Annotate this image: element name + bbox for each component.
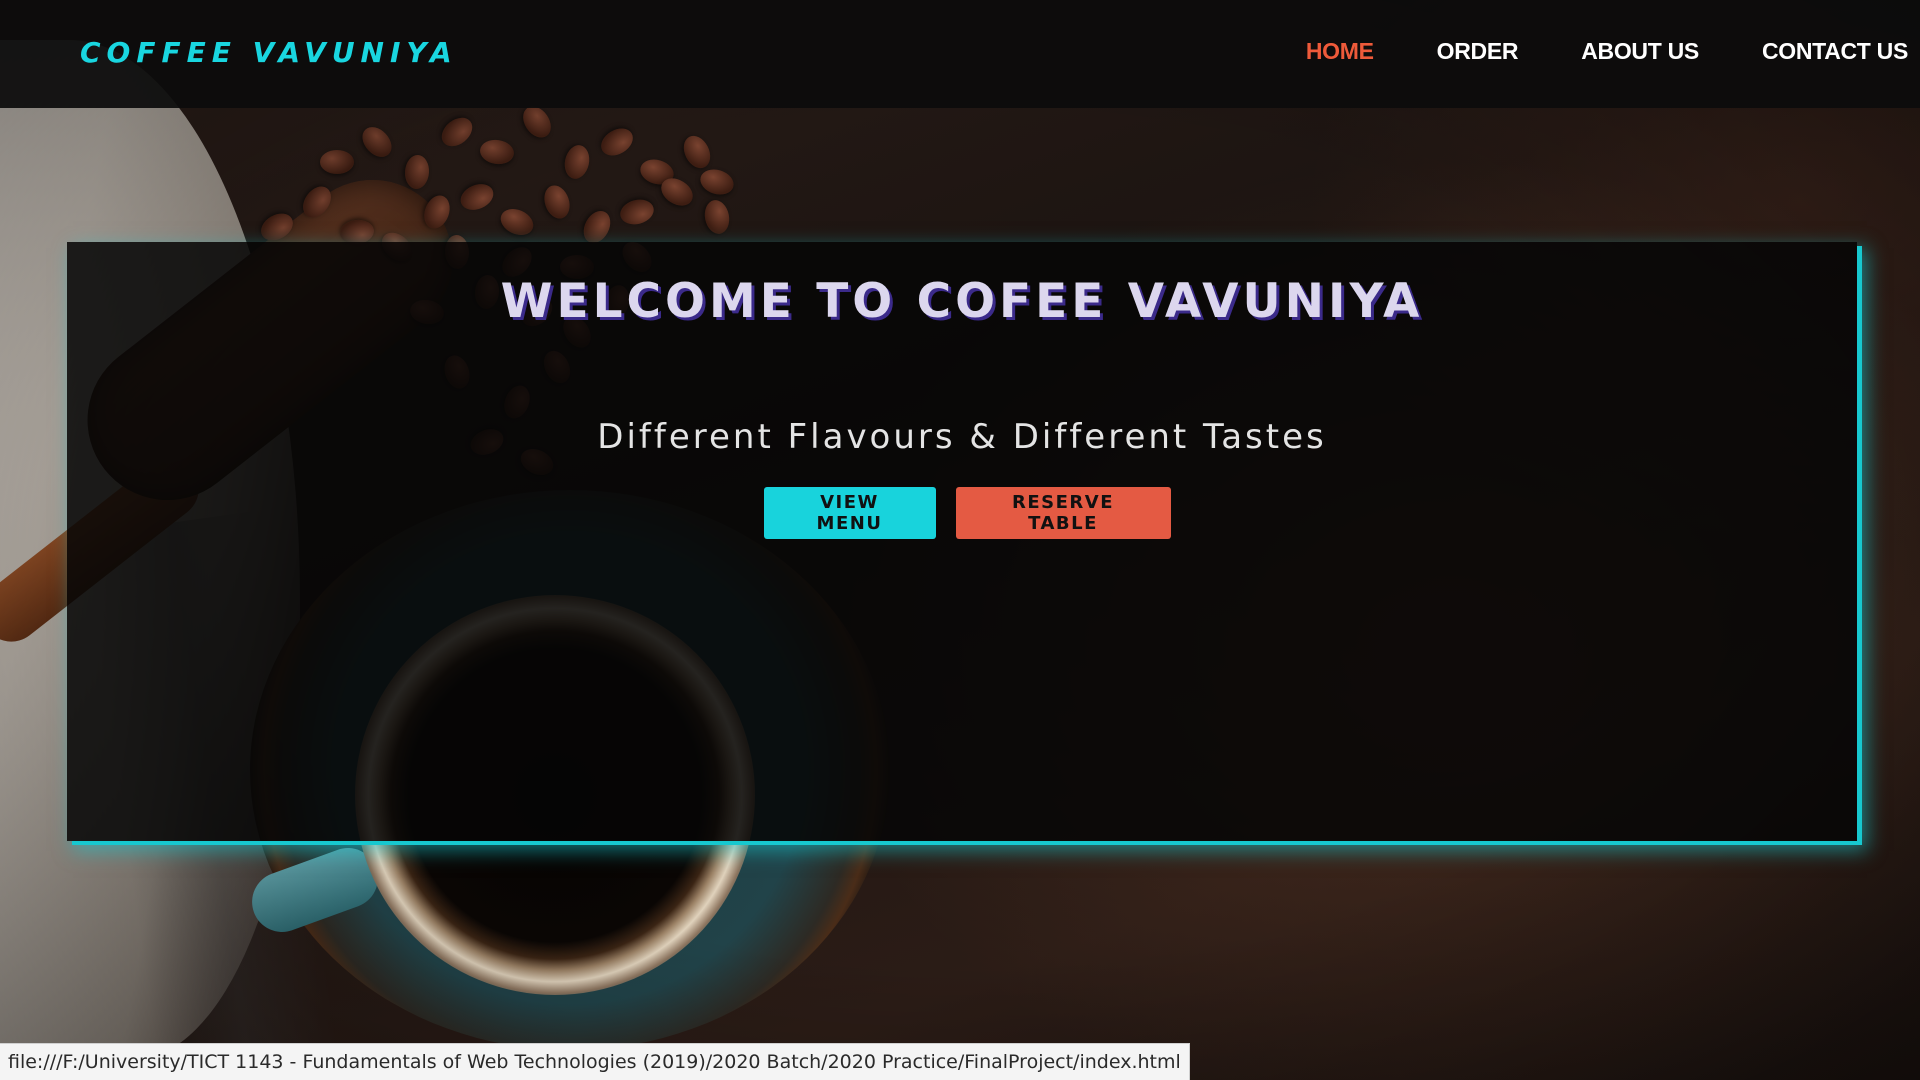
navbar: COFFEE VAVUNIYA HOME ORDER ABOUT US CONT…: [0, 0, 1920, 108]
reserve-table-button[interactable]: RESERVE TABLE: [955, 487, 1171, 539]
page: COFFEE VAVUNIYA HOME ORDER ABOUT US CONT…: [0, 0, 1920, 1080]
brand-logo[interactable]: COFFEE VAVUNIYA: [80, 36, 458, 69]
hero-buttons: VIEW MENU RESERVE TABLE: [67, 487, 1857, 539]
hero-title: WELCOME TO COFEE VAVUNIYA: [500, 274, 1424, 329]
hero-subtitle: Different Flavours & Different Tastes: [597, 417, 1327, 457]
nav-link-about-us[interactable]: ABOUT US: [1581, 38, 1699, 65]
nav-link-home[interactable]: HOME: [1306, 38, 1374, 65]
view-menu-button[interactable]: VIEW MENU: [763, 487, 936, 539]
browser-status-bar-url: file:///F:/University/TICT 1143 - Fundam…: [0, 1043, 1190, 1080]
nav-link-contact-us[interactable]: CONTACT US: [1762, 38, 1908, 65]
nav-link-order[interactable]: ORDER: [1437, 38, 1519, 65]
nav-links: HOME ORDER ABOUT US CONTACT US: [1306, 38, 1908, 65]
hero-box: WELCOME TO COFEE VAVUNIYA Different Flav…: [67, 242, 1857, 841]
